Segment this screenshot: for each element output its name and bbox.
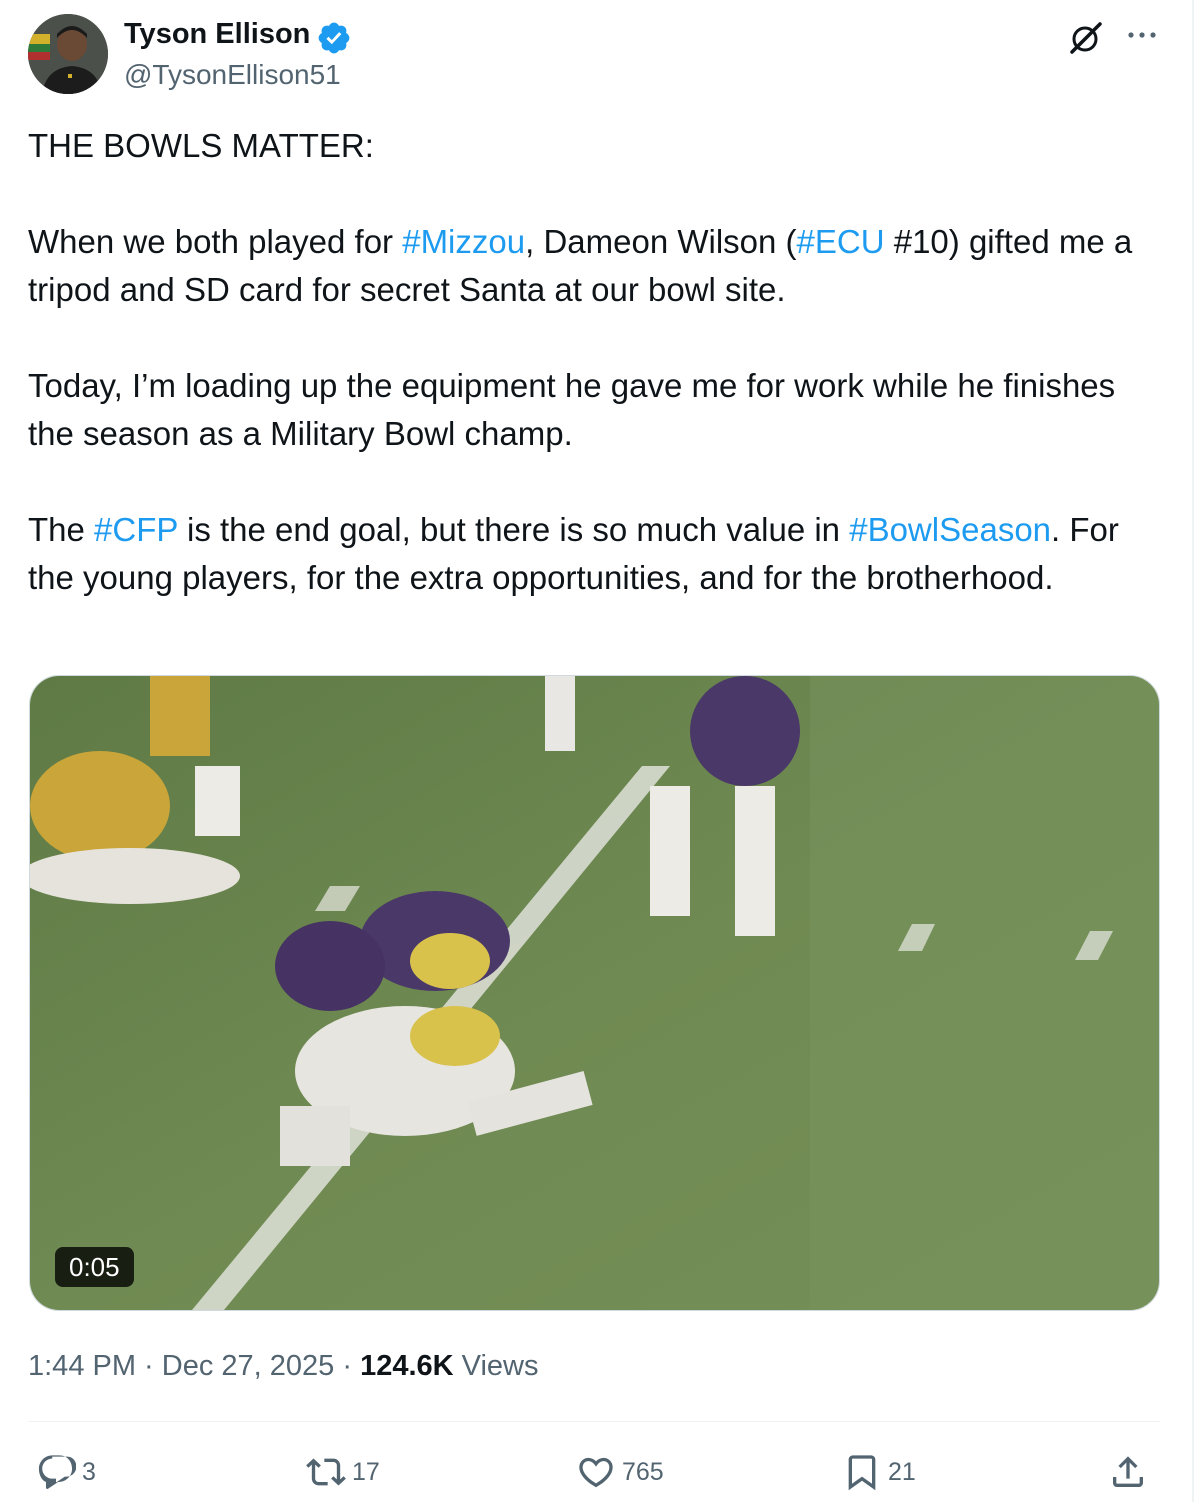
avatar[interactable] [28, 14, 108, 94]
tweet-text: THE BOWLS MATTER: When we both played fo… [28, 122, 1148, 602]
text-segment: The [28, 511, 95, 548]
author-handle[interactable]: @TysonEllison51 [124, 56, 341, 94]
bookmark-button[interactable]: 21 [842, 1450, 916, 1494]
hashtag-cfp[interactable]: #CFP [94, 511, 178, 548]
separator: · [136, 1350, 162, 1382]
reply-count: 3 [82, 1457, 96, 1486]
separator: · [334, 1350, 361, 1382]
repost-button[interactable]: 17 [306, 1450, 380, 1494]
tweet-meta: 1:44 PM · Dec 27, 2025 · 124.6K Views [28, 1346, 538, 1386]
views-count: 124.6K [360, 1350, 454, 1382]
hashtag-mizzou[interactable]: #Mizzou [402, 223, 525, 260]
more-options-icon[interactable] [1124, 20, 1160, 50]
hashtag-ecu[interactable]: #ECU [797, 223, 885, 260]
reply-icon [38, 1455, 76, 1489]
divider [28, 1421, 1160, 1422]
text-segment: When we both played for [28, 223, 403, 260]
verified-badge-icon[interactable] [316, 20, 352, 56]
views-label: Views [453, 1350, 539, 1382]
tweet-paragraph-4: The #CFP is the end goal, but there is s… [28, 506, 1148, 602]
video-player[interactable]: 0:05 [29, 675, 1160, 1311]
like-button[interactable]: 765 [576, 1450, 664, 1494]
author-name[interactable]: Tyson Ellison [124, 14, 310, 54]
text-segment: is the end goal, but there is so much va… [177, 511, 850, 548]
like-count: 765 [622, 1457, 664, 1486]
repost-icon [306, 1458, 346, 1486]
repost-count: 17 [352, 1457, 380, 1486]
tweet-time[interactable]: 1:44 PM [28, 1350, 136, 1382]
text-segment: , Dameon Wilson ( [525, 223, 797, 260]
reply-button[interactable]: 3 [36, 1450, 96, 1494]
bookmark-count: 21 [888, 1457, 916, 1486]
share-button[interactable] [1108, 1450, 1148, 1494]
heart-icon [579, 1457, 613, 1488]
tweet-paragraph-2: When we both played for #Mizzou, Dameon … [28, 218, 1148, 314]
hashtag-bowlseason[interactable]: #BowlSeason [849, 511, 1051, 548]
tweet-paragraph-3: Today, I’m loading up the equipment he g… [28, 367, 1116, 452]
video-thumbnail [30, 676, 1159, 1310]
grok-icon[interactable] [1066, 18, 1106, 58]
bookmark-icon [848, 1455, 876, 1491]
tweet-date[interactable]: Dec 27, 2025 [162, 1350, 335, 1382]
tweet-paragraph-1: THE BOWLS MATTER: [28, 127, 374, 164]
video-duration: 0:05 [55, 1247, 134, 1287]
share-icon [1113, 1456, 1143, 1487]
